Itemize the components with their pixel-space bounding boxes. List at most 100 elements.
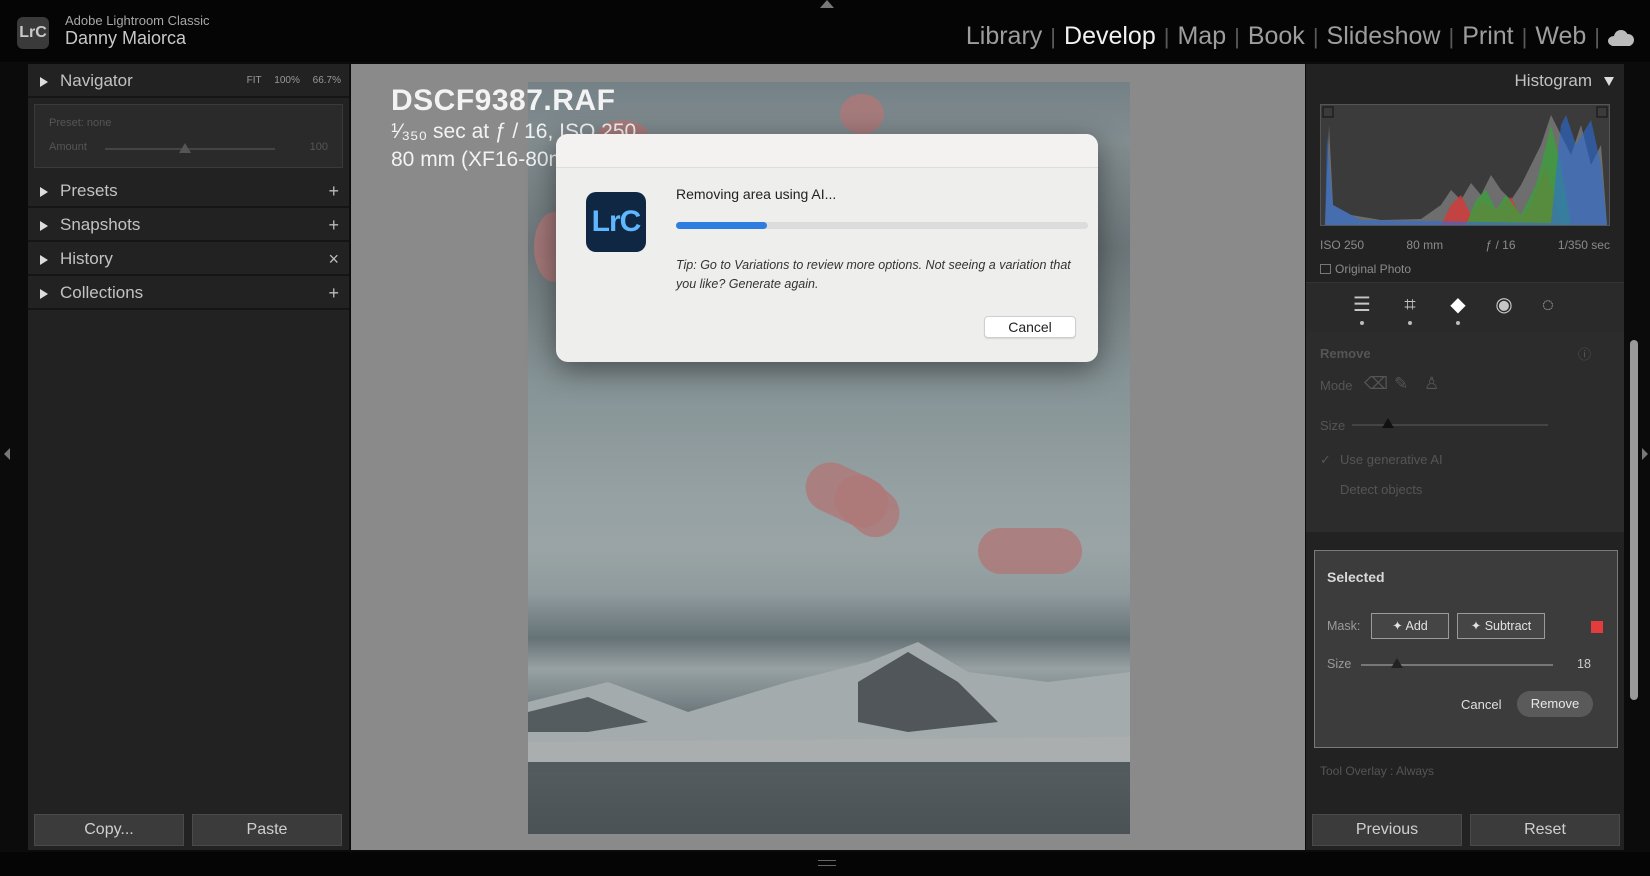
- presets-header[interactable]: Presets +: [28, 174, 349, 208]
- selected-cancel-button[interactable]: Cancel: [1461, 697, 1501, 712]
- amount-value: 100: [309, 141, 328, 153]
- tool-indicator-dot: [1408, 321, 1412, 325]
- progress-bar-fill: [676, 222, 767, 229]
- mask-subtract-button[interactable]: ✦ Subtract: [1457, 613, 1545, 639]
- module-slideshow[interactable]: Slideshow: [1319, 22, 1449, 51]
- dialog-title-strip: [556, 134, 1098, 168]
- histogram-title: Histogram: [1514, 71, 1592, 90]
- remove-size-slider-thumb[interactable]: [1382, 418, 1394, 428]
- histogram-graph[interactable]: [1320, 104, 1610, 226]
- clear-history-icon[interactable]: ×: [328, 242, 339, 276]
- reset-button[interactable]: Reset: [1470, 814, 1620, 846]
- masking-icon[interactable]: ◌: [1536, 293, 1560, 317]
- module-web[interactable]: Web: [1527, 22, 1594, 51]
- info-icon[interactable]: ⓘ: [1578, 344, 1591, 363]
- shutter-value: 1/350 sec: [1557, 238, 1610, 252]
- use-generative-ai-label: Use generative AI: [1340, 452, 1443, 467]
- dialog-tip: Tip: Go to Variations to review more opt…: [676, 258, 1071, 291]
- selected-title: Selected: [1327, 569, 1385, 585]
- collapse-triangle-icon: [1604, 77, 1614, 86]
- detect-objects-label: Detect objects: [1340, 482, 1423, 497]
- snapshots-header[interactable]: Snapshots +: [28, 208, 349, 242]
- app-logo: LrC: [17, 17, 49, 49]
- navigator-header[interactable]: Navigator FIT 100% 66.7%: [28, 64, 349, 98]
- selected-size-slider-thumb[interactable]: [1391, 658, 1403, 668]
- zoom-66[interactable]: 66.7%: [313, 75, 341, 86]
- remove-mode-eraser-icon[interactable]: ⌫: [1364, 374, 1388, 394]
- tool-overlay-setting[interactable]: Tool Overlay : Always: [1320, 764, 1434, 778]
- original-photo-label: Original Photo: [1335, 262, 1412, 276]
- module-library[interactable]: Library: [958, 22, 1050, 51]
- module-develop[interactable]: Develop: [1056, 22, 1164, 51]
- selected-panel: Selected Mask: ✦ Add ✦ Subtract Size 18 …: [1314, 550, 1618, 748]
- clone-mode-icon[interactable]: ♙: [1424, 374, 1439, 394]
- histogram-exif: ISO 250 80 mm ƒ / 16 1/350 sec: [1320, 238, 1610, 252]
- original-photo-toggle[interactable]: Original Photo: [1320, 262, 1411, 276]
- edit-sliders-icon[interactable]: ☰: [1350, 293, 1374, 317]
- iso-value: ISO 250: [1320, 238, 1365, 252]
- selected-size-slider-track[interactable]: [1361, 664, 1553, 666]
- remove-title: Remove: [1320, 346, 1371, 361]
- red-eye-icon[interactable]: ◉: [1492, 293, 1516, 317]
- heal-mode-icon[interactable]: ✎: [1394, 374, 1408, 394]
- module-picker: Library | Develop | Map | Book | Slidesh…: [958, 22, 1636, 51]
- histogram-header[interactable]: Histogram: [1306, 64, 1624, 98]
- amount-slider-thumb[interactable]: [179, 143, 191, 153]
- history-header[interactable]: History ×: [28, 242, 349, 276]
- lrc-app-icon: LrC: [586, 192, 646, 252]
- expand-triangle-icon: [40, 77, 48, 87]
- filmstrip-toggle-icon[interactable]: [818, 860, 836, 866]
- crop-icon[interactable]: ⌗: [1398, 293, 1422, 317]
- paste-button[interactable]: Paste: [192, 814, 342, 846]
- generative-checkbox-icon[interactable]: ✓: [1320, 452, 1331, 468]
- brush-subtract-icon: ✦: [1470, 619, 1485, 633]
- tool-strip: ☰ ⌗ ◆ ◉ ◌: [1306, 282, 1624, 332]
- remove-panel: Remove ⓘ Mode ⌫ ✎ ♙ Size ✓ Use generativ…: [1306, 332, 1624, 532]
- zoom-100[interactable]: 100%: [274, 75, 300, 86]
- selected-size-value: 18: [1577, 657, 1591, 671]
- top-panel-toggle-icon[interactable]: [820, 0, 834, 8]
- lightroom-window: LrC Adobe Lightroom Classic Danny Maiorc…: [0, 0, 1650, 876]
- navigator-preview[interactable]: Preset: none Amount 100: [34, 104, 343, 168]
- zoom-fit[interactable]: FIT: [247, 75, 262, 86]
- add-snapshot-icon[interactable]: +: [328, 208, 339, 242]
- dialog-cancel-button[interactable]: Cancel: [984, 316, 1076, 338]
- expand-triangle-icon: [40, 289, 48, 299]
- right-panel-toggle-icon[interactable]: [1642, 448, 1648, 460]
- amount-label: Amount: [49, 141, 87, 153]
- highlight-clipping-indicator-icon: [1596, 106, 1608, 118]
- add-preset-icon[interactable]: +: [328, 174, 339, 208]
- shadow-clipping-indicator-icon: [1322, 106, 1334, 118]
- dialog-message: Removing area using AI...: [676, 186, 837, 202]
- previous-button[interactable]: Previous: [1312, 814, 1462, 846]
- right-panel-scrollbar[interactable]: [1630, 340, 1638, 700]
- module-print[interactable]: Print: [1454, 22, 1521, 51]
- user-name: Danny Maiorca: [65, 28, 187, 48]
- collections-title: Collections: [60, 283, 144, 302]
- eraser-remove-icon[interactable]: ◆: [1446, 293, 1470, 317]
- navigator-title: Navigator: [60, 71, 133, 90]
- mask-add-button[interactable]: ✦ Add: [1371, 613, 1449, 639]
- collections-header[interactable]: Collections +: [28, 276, 349, 310]
- module-map[interactable]: Map: [1169, 22, 1234, 51]
- app-name: Adobe Lightroom Classic: [65, 13, 210, 28]
- copy-button[interactable]: Copy...: [34, 814, 184, 846]
- mask-color-swatch[interactable]: [1591, 621, 1603, 633]
- tool-overlay-value[interactable]: Always: [1396, 764, 1434, 778]
- right-panel: Histogram ISO 250 80 mm ƒ / 16 1/350 sec…: [1306, 64, 1624, 850]
- left-panel-toggle-icon[interactable]: [4, 448, 10, 460]
- presets-title: Presets: [60, 181, 118, 200]
- tool-indicator-dot: [1456, 321, 1460, 325]
- left-panel: Navigator FIT 100% 66.7% Preset: none Am…: [28, 64, 350, 850]
- history-title: History: [60, 249, 113, 268]
- cloud-sync-icon[interactable]: [1606, 28, 1636, 46]
- selected-remove-button[interactable]: Remove: [1517, 691, 1593, 717]
- navigator-zoom-options: FIT 100% 66.7%: [237, 64, 341, 98]
- tool-indicator-dot: [1360, 321, 1364, 325]
- module-book[interactable]: Book: [1240, 22, 1313, 51]
- add-collection-icon[interactable]: +: [328, 276, 339, 310]
- progress-bar: [676, 222, 1088, 229]
- size-label: Size: [1320, 418, 1346, 433]
- checkbox-icon[interactable]: [1320, 264, 1331, 274]
- brush-add-icon: ✦: [1392, 619, 1406, 633]
